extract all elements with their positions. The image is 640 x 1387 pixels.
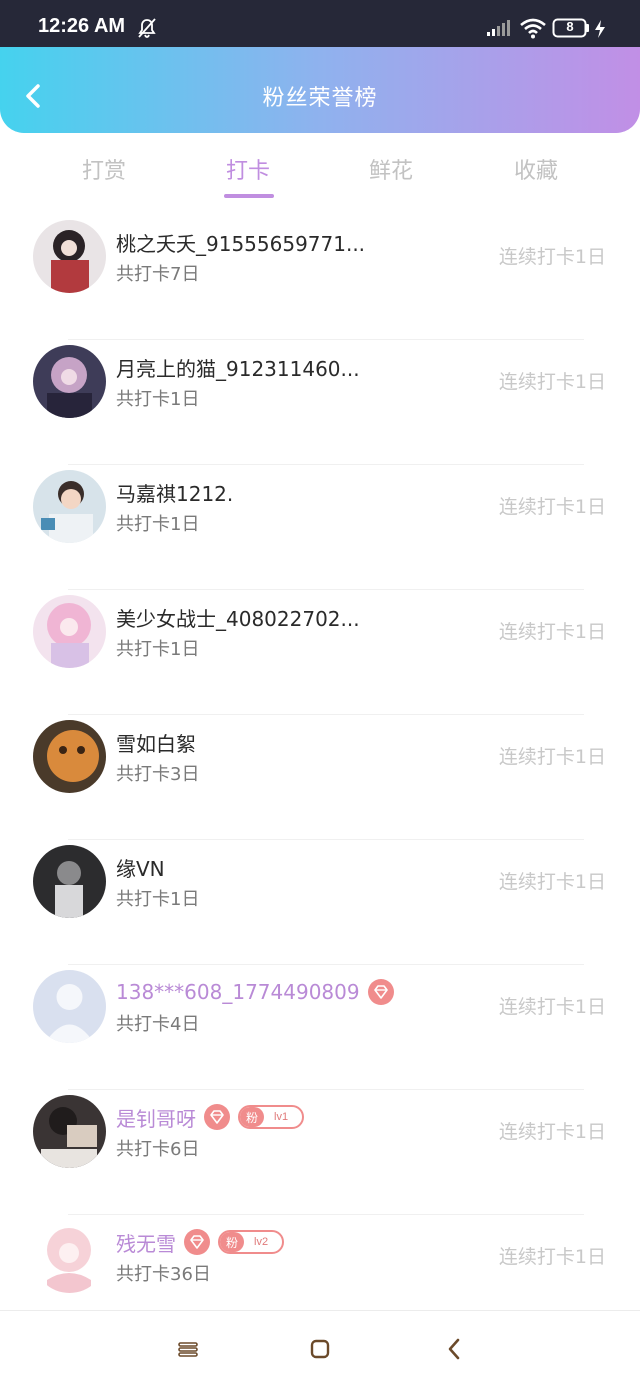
status-time: 12:26 AM — [38, 15, 126, 37]
fan-badge-label: 粉 — [220, 1232, 245, 1252]
total-checkins: 共打卡1日 — [116, 639, 200, 660]
fan-name: 马嘉祺1212. — [116, 481, 234, 506]
avatar — [33, 1220, 106, 1293]
fan-name: 美少女战士_408022702... — [116, 606, 360, 631]
list-item[interactable]: 雪如白絮 共打卡3日 连续打卡1日 — [0, 715, 640, 840]
tab-active-indicator — [224, 194, 274, 198]
diamond-vip-icon — [367, 979, 394, 1005]
fan-badge-level: lv1 — [274, 1111, 289, 1123]
diamond-vip-icon — [184, 1229, 210, 1255]
streak-label: 连续打卡1日 — [498, 621, 606, 643]
header-bar: 12:26 AM 8 粉丝荣誉榜 — [0, 0, 640, 133]
page-title: 粉丝荣誉榜 — [262, 86, 378, 111]
streak-label: 连续打卡1日 — [498, 1246, 606, 1268]
fan-list: 桃之夭夭_91555659771... 共打卡7日 连续打卡1日 月亮上的猫_9… — [0, 215, 640, 1340]
list-item[interactable]: 缘VN 共打卡1日 连续打卡1日 — [0, 840, 640, 965]
fan-name: 桃之夭夭_91555659771... — [116, 231, 366, 256]
status-bar: 12:26 AM 8 — [0, 0, 640, 47]
total-checkins: 共打卡36日 — [116, 1264, 211, 1285]
home-square-icon[interactable] — [306, 1335, 334, 1363]
total-checkins: 共打卡1日 — [116, 889, 200, 910]
avatar — [33, 595, 106, 668]
fan-name: 138***608_1774490809 — [116, 980, 360, 1004]
avatar — [33, 1095, 106, 1168]
system-nav-bar — [0, 1310, 640, 1387]
avatar — [33, 970, 106, 1043]
menu-icon[interactable] — [174, 1335, 202, 1363]
diamond-vip-icon — [204, 1104, 230, 1130]
tab-bar: 打赏 打卡 鲜花 收藏 — [0, 133, 640, 207]
tab-checkin[interactable]: 打卡 — [198, 153, 298, 185]
back-triangle-icon[interactable] — [441, 1335, 469, 1363]
list-item[interactable]: 138***608_1774490809 共打卡4日 连续打卡1日 — [0, 965, 640, 1090]
fan-level-badge: 粉 lv1 — [238, 1105, 305, 1129]
fan-name: 缘VN — [116, 856, 165, 881]
total-checkins: 共打卡1日 — [116, 514, 200, 535]
total-checkins: 共打卡4日 — [116, 1014, 200, 1035]
streak-label: 连续打卡1日 — [498, 246, 606, 268]
avatar — [33, 845, 106, 918]
streak-label: 连续打卡1日 — [498, 996, 606, 1018]
streak-label: 连续打卡1日 — [498, 746, 606, 768]
fan-name: 是钊哥呀 — [116, 1106, 196, 1131]
fan-badge-label: 粉 — [240, 1107, 265, 1127]
total-checkins: 共打卡3日 — [116, 764, 200, 785]
total-checkins: 共打卡7日 — [116, 264, 200, 285]
streak-label: 连续打卡1日 — [498, 371, 606, 393]
tab-flowers[interactable]: 鲜花 — [341, 153, 441, 185]
fan-name: 雪如白絮 — [116, 731, 196, 756]
fan-level-badge: 粉 lv2 — [218, 1230, 285, 1254]
avatar — [33, 345, 106, 418]
bell-off-icon — [138, 18, 156, 38]
tab-tips[interactable]: 打赏 — [54, 153, 154, 185]
list-item[interactable]: 马嘉祺1212. 共打卡1日 连续打卡1日 — [0, 465, 640, 590]
list-item[interactable]: 美少女战士_408022702... 共打卡1日 连续打卡1日 — [0, 590, 640, 715]
streak-label: 连续打卡1日 — [498, 496, 606, 518]
wifi-icon — [520, 18, 546, 39]
signal-icon — [487, 20, 510, 36]
fan-name: 月亮上的猫_912311460... — [116, 356, 360, 381]
list-item[interactable]: 月亮上的猫_912311460... 共打卡1日 连续打卡1日 — [0, 340, 640, 465]
battery-level: 8 — [566, 19, 574, 34]
fan-name: 残无雪 — [116, 1231, 176, 1256]
fan-badge-level: lv2 — [254, 1236, 269, 1248]
list-item[interactable]: 是钊哥呀 粉 lv1 共打卡6日 连续打卡1日 — [0, 1090, 640, 1215]
total-checkins: 共打卡6日 — [116, 1139, 200, 1160]
charging-icon — [595, 20, 605, 38]
streak-label: 连续打卡1日 — [498, 1121, 606, 1143]
avatar — [33, 720, 106, 793]
total-checkins: 共打卡1日 — [116, 389, 200, 410]
tab-favorites[interactable]: 收藏 — [486, 153, 586, 185]
avatar — [33, 220, 106, 293]
streak-label: 连续打卡1日 — [498, 871, 606, 893]
avatar — [33, 470, 106, 543]
list-item[interactable]: 桃之夭夭_91555659771... 共打卡7日 连续打卡1日 — [0, 215, 640, 340]
